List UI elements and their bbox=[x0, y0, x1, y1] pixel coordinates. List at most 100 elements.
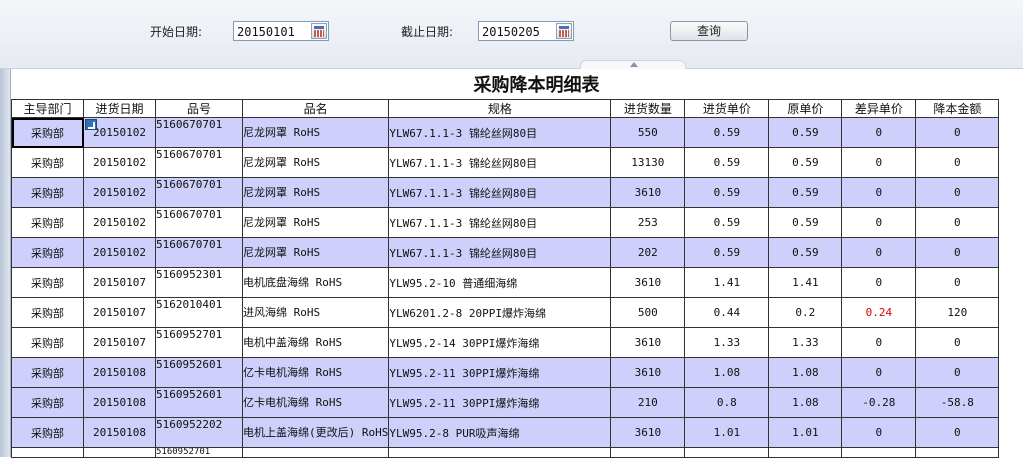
item-name-cell[interactable]: 电机底盘海绵 RoHS bbox=[241, 267, 390, 298]
spec-cell[interactable]: YLW95.2-10 普通细海绵 bbox=[388, 267, 612, 298]
quantity-cell[interactable]: 3610 bbox=[610, 417, 686, 448]
original-price-cell[interactable]: 1.33 bbox=[768, 327, 843, 358]
table-row[interactable]: 采购部 20150102 5160670701 尼龙网罩 RoHS YLW67.1.1-… bbox=[11, 117, 1000, 148]
date-cell[interactable]: 20150107 bbox=[83, 267, 156, 298]
item-name-cell[interactable]: 尼龙网罩 RoHS bbox=[241, 147, 390, 178]
price-diff-cell[interactable] bbox=[841, 447, 917, 458]
unit-price-cell[interactable]: 1.08 bbox=[684, 357, 770, 388]
price-diff-cell[interactable]: 0 bbox=[841, 147, 917, 178]
quantity-cell[interactable]: 3610 bbox=[610, 357, 686, 388]
saving-amount-cell[interactable]: 0 bbox=[915, 237, 1000, 268]
saving-amount-cell[interactable]: 0 bbox=[915, 327, 1000, 358]
saving-amount-cell[interactable]: 0 bbox=[915, 177, 1000, 208]
saving-amount-cell[interactable]: 0 bbox=[915, 207, 1000, 238]
spec-cell[interactable]: YLW67.1.1-3 锦纶丝网80目 bbox=[388, 207, 612, 238]
date-cell[interactable]: 20150107 bbox=[83, 327, 156, 358]
date-cell[interactable]: 20150102 bbox=[83, 177, 156, 208]
quantity-cell[interactable]: 500 bbox=[610, 297, 686, 328]
original-price-cell[interactable]: 1.01 bbox=[768, 417, 843, 448]
saving-amount-cell[interactable]: 0 bbox=[915, 117, 1000, 148]
table-row[interactable]: 5160952701 bbox=[11, 447, 1000, 458]
quantity-cell[interactable]: 3610 bbox=[610, 267, 686, 298]
start-date-field[interactable]: 20150101 bbox=[233, 21, 329, 41]
spec-cell[interactable]: YLW67.1.1-3 锦纶丝网80目 bbox=[388, 237, 612, 268]
end-date-field[interactable]: 20150205 bbox=[478, 21, 574, 41]
spec-cell[interactable] bbox=[388, 447, 612, 458]
query-button[interactable]: 查询 bbox=[670, 21, 748, 41]
original-price-cell[interactable] bbox=[768, 447, 843, 458]
original-price-cell[interactable]: 0.59 bbox=[768, 207, 843, 238]
dept-cell[interactable]: 采购部 bbox=[11, 207, 84, 238]
unit-price-cell[interactable]: 0.59 bbox=[684, 147, 770, 178]
table-row[interactable]: 采购部 20150108 5160952601 亿卡电机海绵 RoHS YLW95.2-… bbox=[11, 357, 1000, 388]
table-row[interactable]: 采购部 20150102 5160670701 尼龙网罩 RoHS YLW67.1.1-… bbox=[11, 207, 1000, 238]
dept-cell[interactable] bbox=[11, 447, 84, 458]
original-price-cell[interactable]: 0.59 bbox=[768, 237, 843, 268]
dept-cell[interactable]: 采购部 bbox=[11, 117, 84, 148]
date-cell[interactable]: 20150102 bbox=[83, 117, 156, 148]
saving-amount-cell[interactable]: 0 bbox=[915, 267, 1000, 298]
price-diff-cell[interactable]: 0 bbox=[841, 177, 917, 208]
table-row[interactable]: 采购部 20150107 5162010401 进风海绵 RoHS YLW6201.2-… bbox=[11, 297, 1000, 328]
item-name-cell[interactable]: 进风海绵 RoHS bbox=[241, 297, 390, 328]
item-code-cell[interactable]: 5160952701 bbox=[155, 327, 243, 358]
date-cell[interactable]: 20150102 bbox=[83, 237, 156, 268]
price-diff-cell[interactable]: 0 bbox=[841, 207, 917, 238]
item-name-cell[interactable]: 尼龙网罩 RoHS bbox=[241, 207, 390, 238]
unit-price-cell[interactable]: 0.44 bbox=[684, 297, 770, 328]
price-diff-cell[interactable]: 0.24 bbox=[841, 297, 917, 328]
quantity-cell[interactable] bbox=[610, 447, 686, 458]
item-code-cell[interactable]: 5160670701 bbox=[155, 117, 243, 148]
item-name-cell[interactable]: 电机上盖海绵(更改后) RoHS bbox=[241, 417, 390, 448]
unit-price-cell[interactable]: 0.8 bbox=[684, 387, 770, 418]
date-cell[interactable]: 20150102 bbox=[83, 147, 156, 178]
saving-amount-cell[interactable]: -58.8 bbox=[915, 387, 1000, 418]
quantity-cell[interactable]: 253 bbox=[610, 207, 686, 238]
item-code-cell[interactable]: 5160952301 bbox=[155, 267, 243, 298]
table-row[interactable]: 采购部 20150102 5160670701 尼龙网罩 RoHS YLW67.1.1-… bbox=[11, 177, 1000, 208]
spec-cell[interactable]: YLW6201.2-8 20PPI爆炸海绵 bbox=[388, 297, 612, 328]
price-diff-cell[interactable]: 0 bbox=[841, 117, 917, 148]
table-row[interactable]: 采购部 20150107 5160952301 电机底盘海绵 RoHS YLW95.2-… bbox=[11, 267, 1000, 298]
item-code-cell[interactable]: 5160952202 bbox=[155, 417, 243, 448]
price-diff-cell[interactable]: -0.28 bbox=[841, 387, 917, 418]
unit-price-cell[interactable]: 0.59 bbox=[684, 117, 770, 148]
item-code-cell[interactable]: 5160670701 bbox=[155, 147, 243, 178]
date-cell[interactable]: 20150107 bbox=[83, 297, 156, 328]
quantity-cell[interactable]: 550 bbox=[610, 117, 686, 148]
unit-price-cell[interactable]: 0.59 bbox=[684, 237, 770, 268]
table-row[interactable]: 采购部 20150102 5160670701 尼龙网罩 RoHS YLW67.1.1-… bbox=[11, 147, 1000, 178]
item-code-cell[interactable]: 5160952601 bbox=[155, 387, 243, 418]
spec-cell[interactable]: YLW67.1.1-3 锦纶丝网80目 bbox=[388, 177, 612, 208]
table-row[interactable]: 采购部 20150108 5160952202 电机上盖海绵(更改后) RoHS YLW… bbox=[11, 417, 1000, 448]
spec-cell[interactable]: YLW67.1.1-3 锦纶丝网80目 bbox=[388, 147, 612, 178]
table-row[interactable]: 采购部 20150108 5160952601 亿卡电机海绵 RoHS YLW95.2-… bbox=[11, 387, 1000, 418]
original-price-cell[interactable]: 1.08 bbox=[768, 387, 843, 418]
unit-price-cell[interactable]: 0.59 bbox=[684, 207, 770, 238]
item-name-cell[interactable]: 电机中盖海绵 RoHS bbox=[241, 327, 390, 358]
saving-amount-cell[interactable]: 0 bbox=[915, 147, 1000, 178]
quantity-cell[interactable]: 202 bbox=[610, 237, 686, 268]
item-code-cell[interactable]: 5160952701 bbox=[155, 447, 243, 458]
date-cell[interactable]: 20150108 bbox=[83, 417, 156, 448]
date-cell[interactable] bbox=[83, 447, 156, 458]
original-price-cell[interactable]: 0.59 bbox=[768, 147, 843, 178]
unit-price-cell[interactable]: 1.01 bbox=[684, 417, 770, 448]
dept-cell[interactable]: 采购部 bbox=[11, 357, 84, 388]
unit-price-cell[interactable]: 1.33 bbox=[684, 327, 770, 358]
unit-price-cell[interactable]: 1.41 bbox=[684, 267, 770, 298]
dept-cell[interactable]: 采购部 bbox=[11, 237, 84, 268]
item-name-cell[interactable]: 亿卡电机海绵 RoHS bbox=[241, 387, 390, 418]
dept-cell[interactable]: 采购部 bbox=[11, 387, 84, 418]
dept-cell[interactable]: 采购部 bbox=[11, 417, 84, 448]
unit-price-cell[interactable] bbox=[684, 447, 770, 458]
original-price-cell[interactable]: 1.41 bbox=[768, 267, 843, 298]
price-diff-cell[interactable]: 0 bbox=[841, 417, 917, 448]
saving-amount-cell[interactable]: 0 bbox=[915, 417, 1000, 448]
calendar-icon[interactable] bbox=[311, 23, 327, 39]
item-name-cell[interactable]: 尼龙网罩 RoHS bbox=[241, 117, 390, 148]
dept-cell[interactable]: 采购部 bbox=[11, 297, 84, 328]
price-diff-cell[interactable]: 0 bbox=[841, 327, 917, 358]
original-price-cell[interactable]: 0.59 bbox=[768, 117, 843, 148]
dept-cell[interactable]: 采购部 bbox=[11, 147, 84, 178]
